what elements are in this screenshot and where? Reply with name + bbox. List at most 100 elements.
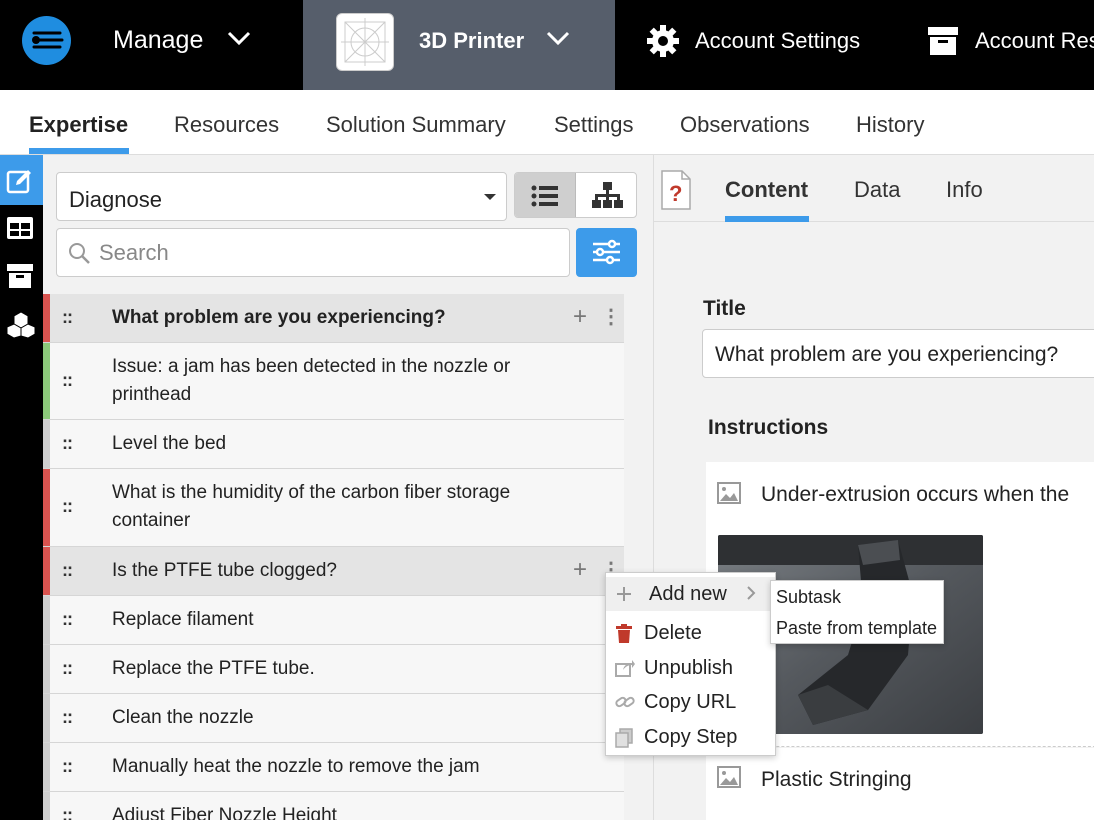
title-label: Title <box>703 297 746 320</box>
cubes-icon[interactable] <box>6 311 36 344</box>
drag-handle-icon[interactable]: :: <box>62 756 73 777</box>
list-item[interactable]: :: Replace the PTFE tube. <box>43 645 624 694</box>
list-item[interactable]: :: Is the PTFE tube clogged? + ⋮ <box>43 547 624 596</box>
tab-resources[interactable]: Resources <box>174 112 279 138</box>
step-label: Manually heat the nozzle to remove the j… <box>112 756 480 777</box>
tab-content[interactable]: Content <box>725 177 808 203</box>
drag-handle-icon[interactable]: :: <box>62 707 73 728</box>
chevron-down-icon[interactable] <box>226 28 252 53</box>
list-item[interactable]: :: What is the humidity of the carbon fi… <box>43 469 624 547</box>
tab-observations[interactable]: Observations <box>680 112 810 138</box>
account-resources-link[interactable]: Account Res <box>975 28 1094 54</box>
copy-icon <box>615 728 633 748</box>
link-icon <box>615 693 635 711</box>
tab-data[interactable]: Data <box>854 177 900 203</box>
menu-item-label: Copy URL <box>644 691 737 713</box>
table-icon[interactable] <box>6 215 34 246</box>
step-status-bar <box>43 743 50 791</box>
tab-history[interactable]: History <box>856 112 924 138</box>
drag-handle-icon[interactable]: :: <box>62 370 73 391</box>
list-item[interactable]: :: Issue: a jam has been detected in the… <box>43 343 624 420</box>
unpublish-icon <box>615 659 635 677</box>
search-icon <box>67 241 91 270</box>
list-item[interactable]: :: Manually heat the nozzle to remove th… <box>43 743 624 792</box>
step-context-menu: Add new Delete Unpublish Copy URL Copy S… <box>605 572 776 756</box>
svg-text:?: ? <box>669 181 682 206</box>
image-icon <box>717 766 741 793</box>
view-toggle <box>514 172 637 218</box>
product-selector[interactable]: 3D Printer <box>303 0 615 90</box>
main-tabs: Expertise Resources Solution Summary Set… <box>0 90 1094 155</box>
mode-select-value: Diagnose <box>69 187 162 212</box>
menu-item-label: Unpublish <box>644 657 733 679</box>
drag-handle-icon[interactable]: :: <box>62 307 73 328</box>
menu-item-label: Add new <box>649 583 727 605</box>
account-settings-link[interactable]: Account Settings <box>695 28 860 54</box>
instructions-label: Instructions <box>708 416 829 439</box>
plus-icon[interactable]: + <box>573 303 587 331</box>
archive-icon[interactable] <box>926 25 960 62</box>
mode-select[interactable]: Diagnose <box>56 172 507 221</box>
instruction-text: Under-extrusion occurs when the <box>761 483 1070 506</box>
step-label: Clean the nozzle <box>112 707 254 728</box>
step-label: Level the bed <box>112 433 227 454</box>
tab-expertise[interactable]: Expertise <box>29 112 128 138</box>
tab-info[interactable]: Info <box>946 177 983 203</box>
instruction-text: Plastic Stringing <box>761 768 912 791</box>
list-view-button[interactable] <box>515 173 576 217</box>
plus-icon <box>615 585 633 603</box>
step-label: What problem are you experiencing? <box>112 307 446 328</box>
image-icon <box>717 482 741 509</box>
step-status-bar <box>43 343 50 419</box>
step-label: Adjust Fiber Nozzle Height <box>112 805 337 820</box>
archive-icon[interactable] <box>6 263 34 294</box>
manage-menu[interactable]: Manage <box>113 26 203 55</box>
list-item[interactable]: :: Level the bed <box>43 420 624 469</box>
drag-handle-icon[interactable]: :: <box>62 433 73 454</box>
product-name: 3D Printer <box>419 28 525 53</box>
step-status-bar <box>43 469 50 546</box>
active-tab-indicator <box>725 216 809 222</box>
list-item[interactable]: :: Clean the nozzle <box>43 694 624 743</box>
drag-handle-icon[interactable]: :: <box>62 496 73 517</box>
step-status-bar <box>43 420 50 468</box>
top-nav-bar: Manage 3D Printer Account Settings Accou… <box>0 0 1094 90</box>
menu-item-label: Delete <box>644 622 702 644</box>
list-item[interactable]: :: Replace filament <box>43 596 624 645</box>
step-status-bar <box>43 792 50 820</box>
kebab-menu-icon[interactable]: ⋮ <box>601 304 621 329</box>
instruction-block[interactable]: Plastic Stringing <box>706 748 1094 820</box>
menu-item-unpublish[interactable]: Unpublish <box>606 651 775 685</box>
search-input[interactable] <box>99 237 559 269</box>
submenu-item-subtask[interactable]: Subtask <box>776 587 841 608</box>
chevron-down-icon[interactable] <box>545 28 571 53</box>
drag-handle-icon[interactable]: :: <box>62 609 73 630</box>
tree-view-button[interactable] <box>577 173 636 217</box>
title-field[interactable]: What problem are you experiencing? <box>702 329 1094 378</box>
step-label: Issue: a jam has been detected in the no… <box>112 356 511 405</box>
plus-icon[interactable]: + <box>573 556 587 584</box>
filter-button[interactable] <box>576 228 637 277</box>
title-field-value: What problem are you experiencing? <box>715 343 1059 366</box>
drag-handle-icon[interactable]: :: <box>62 658 73 679</box>
list-item[interactable]: :: What problem are you experiencing? + … <box>43 294 624 343</box>
caret-down-icon <box>484 194 496 200</box>
menu-item-copy-url[interactable]: Copy URL <box>606 685 775 719</box>
submenu-item-paste-from-template[interactable]: Paste from template <box>776 618 937 639</box>
drag-handle-icon[interactable]: :: <box>62 560 73 581</box>
gear-icon[interactable] <box>646 24 680 63</box>
drag-handle-icon[interactable]: :: <box>62 805 73 820</box>
edit-icon[interactable] <box>6 167 34 200</box>
tab-settings[interactable]: Settings <box>554 112 634 138</box>
step-status-bar <box>43 294 50 342</box>
detail-tabs: ? Content Data Info <box>654 155 1094 222</box>
menu-item-delete[interactable]: Delete <box>606 616 775 650</box>
app-logo-icon[interactable] <box>22 16 71 65</box>
trash-icon <box>615 624 633 643</box>
menu-item-add-new[interactable]: Add new <box>606 577 775 611</box>
list-item[interactable]: :: Adjust Fiber Nozzle Height <box>43 792 624 820</box>
menu-item-copy-step[interactable]: Copy Step <box>606 720 775 754</box>
tab-solution-summary[interactable]: Solution Summary <box>326 112 506 138</box>
search-box <box>56 228 570 277</box>
step-status-bar <box>43 694 50 742</box>
